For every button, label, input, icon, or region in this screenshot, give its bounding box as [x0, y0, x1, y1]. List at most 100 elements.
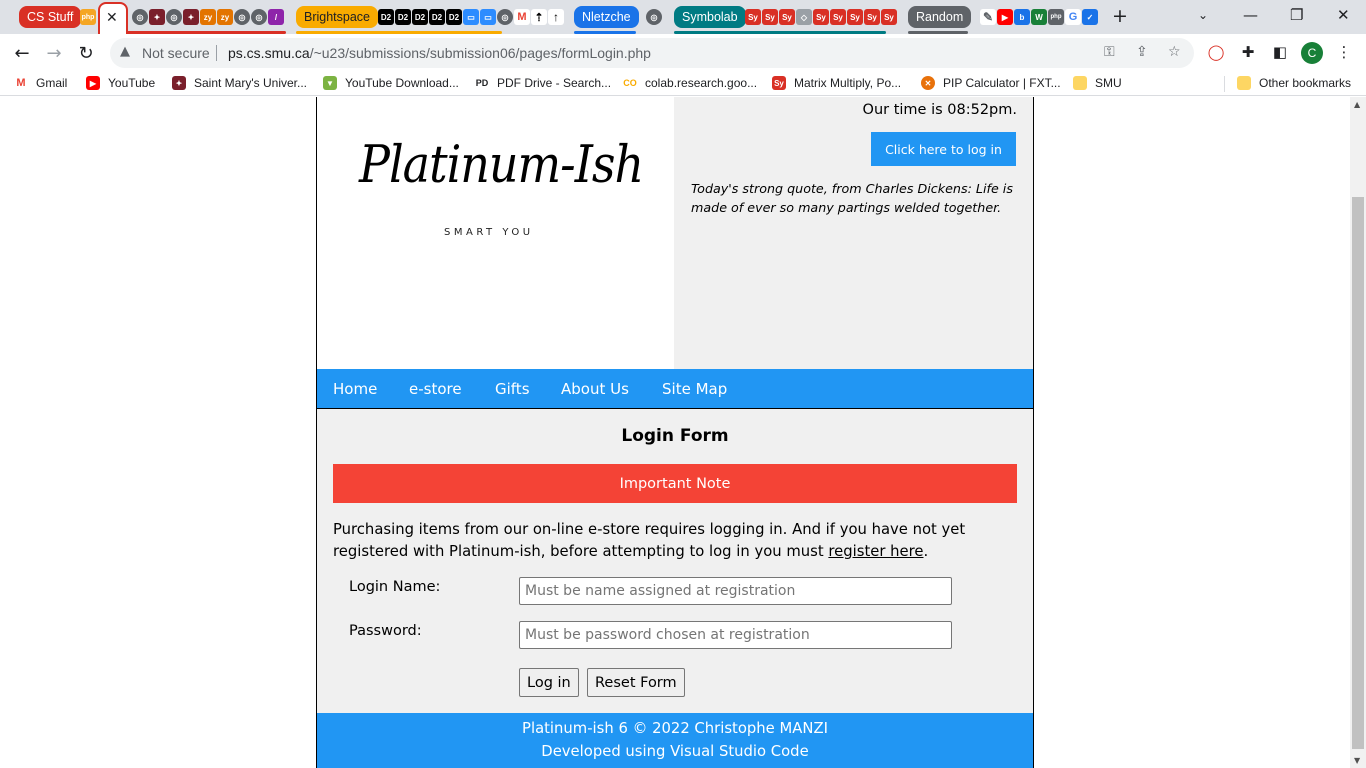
bookmark-pdf-drive[interactable]: PD PDF Drive - Search... [475, 76, 611, 90]
restore-icon[interactable]: ❐ [1290, 6, 1303, 24]
login-link-button[interactable]: Click here to log in [871, 132, 1016, 166]
active-tab[interactable]: ✕ [98, 2, 128, 34]
bookmarks-separator [1224, 76, 1225, 92]
star-icon[interactable]: ☆ [1168, 44, 1181, 60]
scroll-up-icon[interactable]: ▲ [1354, 100, 1360, 109]
bookmark-colab[interactable]: CO colab.research.goo... [623, 76, 757, 90]
bookmark-youtube-downloader[interactable]: ▼ YouTube Download... [323, 76, 459, 90]
d2l-icon[interactable]: D2 [378, 9, 394, 25]
address-separator [216, 45, 217, 61]
google-icon[interactable]: G [1065, 9, 1081, 25]
extensions-icon[interactable]: ✚ [1238, 42, 1258, 62]
nav-site-map[interactable]: Site Map [662, 380, 727, 398]
close-tab-icon[interactable]: ✕ [106, 10, 118, 26]
w-icon[interactable]: W [1031, 9, 1047, 25]
upload-icon[interactable]: ⇡ [531, 9, 547, 25]
bookmark-other[interactable]: Other bookmarks [1237, 76, 1351, 90]
symbolab-icon[interactable]: Sy [762, 9, 778, 25]
symbolab-icon[interactable]: Sy [745, 9, 761, 25]
security-label[interactable]: Not secure [142, 45, 210, 61]
symbolab-icon[interactable]: Sy [813, 9, 829, 25]
bookmark-matrix-multiply[interactable]: Sy Matrix Multiply, Po... [772, 76, 901, 90]
globe-icon[interactable]: ◎ [234, 9, 250, 25]
bookmark-youtube[interactable]: ▶ YouTube [86, 76, 155, 90]
bookmark-gmail[interactable]: M Gmail [14, 76, 67, 90]
menu-icon[interactable]: ⋮ [1334, 42, 1354, 62]
globe-icon[interactable]: ◎ [132, 9, 148, 25]
d2l-icon[interactable]: D2 [429, 9, 445, 25]
globe-icon[interactable]: ◎ [166, 9, 182, 25]
chevron-down-icon[interactable]: ⌄ [1198, 8, 1208, 22]
feather-icon[interactable]: / [268, 9, 284, 25]
tab-group-nletzche[interactable]: Nletzche [574, 6, 639, 28]
nav-home[interactable]: Home [333, 380, 377, 398]
site-logo[interactable]: Platinum-Ish [359, 134, 644, 194]
opera-icon[interactable]: ◯ [1206, 42, 1226, 62]
address-bar[interactable]: ▲ Not secure ps.cs.smu.ca/~u23/submissio… [110, 38, 1194, 68]
zybooks-icon[interactable]: zy [217, 9, 233, 25]
login-name-input[interactable] [519, 577, 952, 605]
register-link[interactable]: register here [828, 543, 923, 560]
scroll-thumb[interactable] [1352, 197, 1364, 749]
reset-form-button[interactable]: Reset Form [587, 668, 685, 697]
bookmark-label: Saint Mary's Univer... [194, 76, 307, 90]
scroll-down-icon[interactable]: ▼ [1354, 756, 1360, 765]
tab-group-brightspace[interactable]: Brightspace [296, 6, 379, 28]
gmail-icon[interactable]: M [514, 9, 530, 25]
new-tab-icon[interactable]: + [1112, 5, 1128, 27]
d2l-icon[interactable]: D2 [412, 9, 428, 25]
logo-tagline: SMART YOU [444, 227, 534, 238]
symbolab-icon[interactable]: Sy [847, 9, 863, 25]
bookmark-label: YouTube [108, 76, 156, 90]
d2l-icon[interactable]: D2 [395, 9, 411, 25]
php-icon[interactable]: php [1048, 9, 1064, 25]
key-icon[interactable]: ⚿ [1104, 44, 1115, 60]
login-submit-button[interactable]: Log in [519, 668, 579, 697]
zoom-icon[interactable]: ▭ [463, 9, 479, 25]
nav-e-store[interactable]: e-store [409, 380, 462, 398]
d2l-icon[interactable]: D2 [446, 9, 462, 25]
tab-group-cs-stuff[interactable]: CS Stuff [19, 6, 82, 28]
reload-icon[interactable]: ↻ [74, 41, 98, 65]
zybooks-icon[interactable]: zy [200, 9, 216, 25]
url-text[interactable]: ps.cs.smu.ca/~u23/submissions/submission… [228, 45, 651, 61]
forward-icon[interactable]: → [42, 41, 66, 65]
minimize-icon[interactable]: — [1243, 6, 1258, 24]
bookmark-smu[interactable]: ✦ Saint Mary's Univer... [172, 76, 307, 90]
nav-about-us[interactable]: About Us [561, 380, 629, 398]
back-icon[interactable]: ← [10, 41, 34, 65]
profile-avatar[interactable]: C [1301, 42, 1323, 64]
php-icon[interactable]: php [80, 9, 96, 25]
pencil-icon[interactable]: ✎ [980, 9, 996, 25]
tab-group-symbolab[interactable]: Symbolab [674, 6, 746, 28]
youtube-icon[interactable]: ▶ [997, 9, 1013, 25]
geogebra-icon[interactable]: ◇ [796, 9, 812, 25]
window-close-icon[interactable]: ✕ [1337, 6, 1350, 24]
smu-crest-icon[interactable]: ✦ [183, 9, 199, 25]
symbolab-icon[interactable]: Sy [830, 9, 846, 25]
zoom-icon[interactable]: ▭ [480, 9, 496, 25]
tab-group-random[interactable]: Random [908, 6, 972, 28]
symbolab-icon[interactable]: Sy [864, 9, 880, 25]
bookmark-folder-smu[interactable]: SMU [1073, 76, 1122, 90]
share-icon[interactable]: ⇪ [1136, 44, 1148, 60]
bing-icon[interactable]: b [1014, 9, 1030, 25]
globe-icon[interactable]: ◎ [646, 9, 662, 25]
globe-icon[interactable]: ◎ [497, 9, 513, 25]
symbolab-icon[interactable]: Sy [881, 9, 897, 25]
globe-icon[interactable]: ◎ [251, 9, 267, 25]
login-section: Login Form Important Note Purchasing ite… [317, 409, 1033, 713]
symbolab-icon[interactable]: Sy [779, 9, 795, 25]
arrow-up-icon[interactable]: ↑ [548, 9, 564, 25]
bookmark-label: Other bookmarks [1259, 76, 1352, 90]
side-panel-icon[interactable]: ◧ [1270, 42, 1290, 62]
password-input[interactable] [519, 621, 952, 649]
page-scrollbar[interactable]: ▲ ▼ [1350, 97, 1366, 768]
bookmark-label: PDF Drive - Search... [497, 76, 612, 90]
warning-icon[interactable]: ▲ [120, 44, 130, 59]
nav-gifts[interactable]: Gifts [495, 380, 530, 398]
smu-crest-icon[interactable]: ✦ [149, 9, 165, 25]
checklist-icon[interactable]: ✓ [1082, 9, 1098, 25]
bookmarks-bar: M Gmail ▶ YouTube ✦ Saint Mary's Univer... … [0, 72, 1366, 96]
bookmark-pip-calculator[interactable]: ✕ PIP Calculator | FXT... [921, 76, 1061, 90]
